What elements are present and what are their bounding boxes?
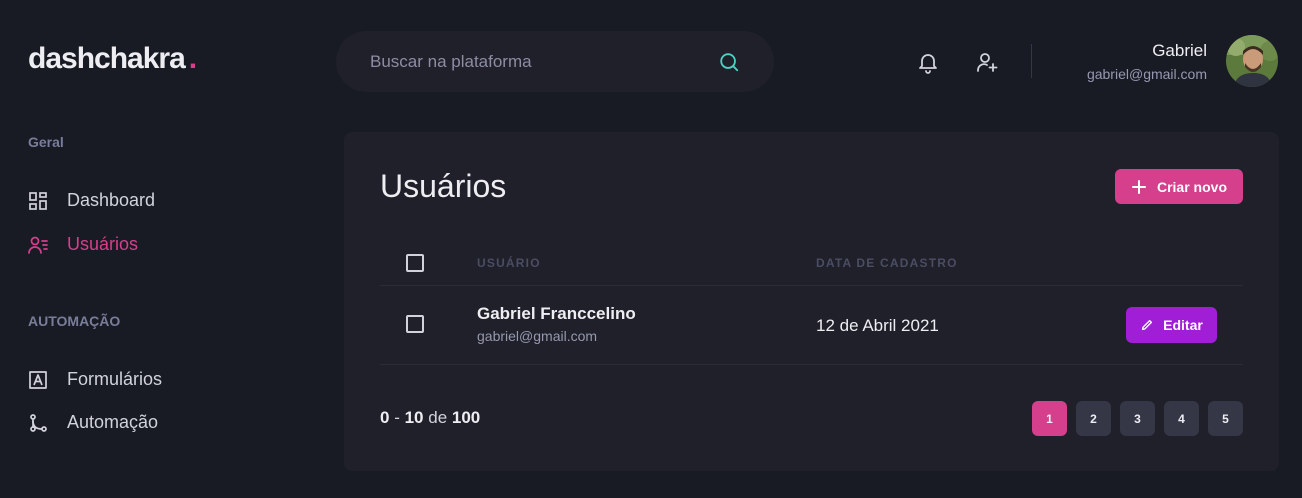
pagination-total: 100 [451,408,481,427]
add-user-icon[interactable] [975,50,999,74]
pagination: 1 2 3 4 5 [1032,401,1243,436]
search-bar[interactable] [336,31,774,92]
create-new-button[interactable]: Criar novo [1115,169,1243,204]
sidebar-item-usuarios[interactable]: Usuários [28,234,138,255]
search-icon[interactable] [718,51,740,73]
pagination-of: de [428,408,448,427]
create-new-label: Criar novo [1156,178,1227,195]
column-header-usuario: USUÁRIO [477,256,541,270]
header-divider [1031,44,1032,78]
page-title: Usuários [380,168,507,204]
table-divider [380,285,1243,286]
page-button-3[interactable]: 3 [1120,401,1155,436]
pencil-icon [1140,318,1154,332]
pagination-from: 0 [380,408,390,427]
sidebar-section-automacao: AUTOMAÇÃO [28,313,121,329]
avatar[interactable] [1226,35,1278,87]
edit-button[interactable]: Editar [1126,307,1217,343]
edit-label: Editar [1163,317,1203,333]
page-button-4[interactable]: 4 [1164,401,1199,436]
sidebar-item-label: Automação [67,412,159,432]
row-user-email: gabriel@gmail.com [477,328,598,344]
pagination-info: 0 - 10 de 100 [380,408,481,427]
users-icon [28,235,48,255]
row-user-name: Gabriel Franccelino [477,304,636,323]
pagination-to: 10 [404,408,424,427]
page-button-2[interactable]: 2 [1076,401,1111,436]
sidebar-item-label: Dashboard [67,190,156,210]
sidebar-item-label: Formulários [67,369,163,389]
git-merge-icon [28,413,48,433]
table-divider [380,364,1243,365]
notification-bell-icon[interactable] [916,50,940,74]
logo-dot: . [188,42,197,75]
users-panel: Usuários Criar novo USUÁRIO DATA DE CADA… [344,132,1279,471]
row-date: 12 de Abril 2021 [816,316,939,335]
sidebar-item-dashboard[interactable]: Dashboard [28,190,155,211]
user-email: gabriel@gmail.com [1086,66,1207,82]
page-button-1[interactable]: 1 [1032,401,1067,436]
select-all-checkbox[interactable] [406,254,424,272]
search-input[interactable] [370,51,718,72]
logo-text: dashchakra [28,42,186,75]
sidebar-section-geral: Geral [28,134,64,150]
sidebar-item-automacao[interactable]: Automação [28,412,158,433]
sidebar-item-formularios[interactable]: Formulários [28,369,162,390]
plus-icon [1131,179,1147,195]
dashboard-icon [28,191,48,211]
logo: dashchakra. [28,42,197,76]
sidebar-item-label: Usuários [67,234,139,254]
user-name: Gabriel [1152,41,1207,60]
page-button-5[interactable]: 5 [1208,401,1243,436]
row-checkbox[interactable] [406,315,424,333]
column-header-data-cadastro: DATA DE CADASTRO [816,256,958,270]
form-icon [28,370,48,390]
